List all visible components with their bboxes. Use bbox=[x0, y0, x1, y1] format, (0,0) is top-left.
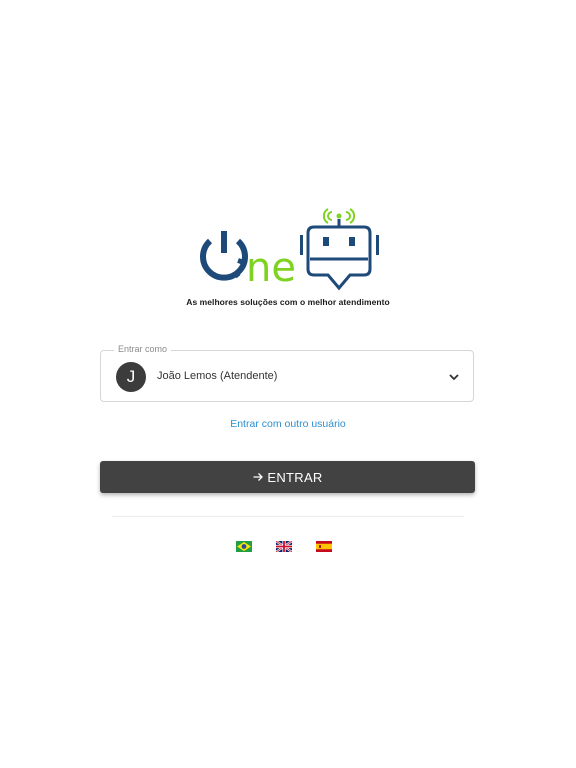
user-select[interactable]: Entrar como J João Lemos (Atendente) bbox=[100, 344, 474, 402]
select-label: Entrar como bbox=[114, 344, 172, 354]
selected-user-name: João Lemos (Atendente) bbox=[157, 370, 278, 382]
logo-text-ne: ne bbox=[246, 245, 296, 291]
uk-flag-icon[interactable] bbox=[276, 541, 292, 552]
arrow-right-icon bbox=[253, 473, 264, 481]
other-user-link[interactable]: Entrar com outro usuário bbox=[0, 418, 576, 430]
brazil-flag-icon[interactable] bbox=[236, 541, 252, 552]
chevron-down-icon[interactable] bbox=[447, 370, 461, 384]
login-page: ne As melhores soluções com o melhor ate… bbox=[0, 0, 576, 768]
language-selector bbox=[0, 541, 576, 553]
spain-flag-icon[interactable] bbox=[316, 541, 332, 552]
divider bbox=[112, 516, 464, 517]
logo-tagline: As melhores soluções com o melhor atendi… bbox=[186, 297, 390, 307]
one-bot-logo-icon: ne bbox=[200, 208, 379, 291]
logo: ne As melhores soluções com o melhor ate… bbox=[0, 205, 576, 315]
enter-button[interactable]: ENTRAR bbox=[100, 461, 475, 493]
avatar: J bbox=[116, 362, 146, 392]
power-o-icon bbox=[200, 231, 248, 281]
enter-button-label: ENTRAR bbox=[267, 469, 323, 485]
